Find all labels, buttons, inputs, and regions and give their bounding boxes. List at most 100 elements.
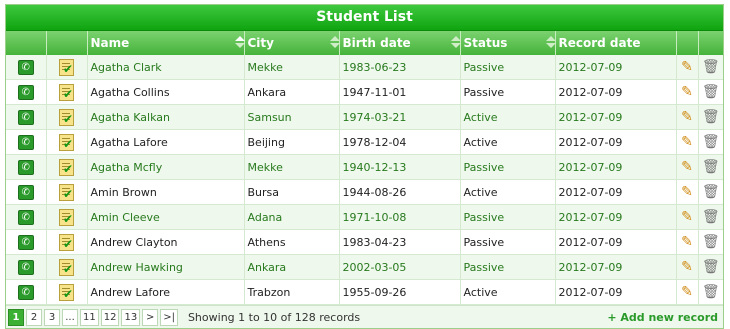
pencil-icon[interactable]: ✎ — [681, 260, 693, 274]
pencil-icon[interactable]: ✎ — [681, 160, 693, 174]
name-cell: Andrew Hawking — [87, 254, 245, 280]
trash-icon[interactable]: 🗑 — [702, 85, 720, 99]
pencil-icon[interactable]: ✎ — [681, 60, 693, 74]
notes-icon[interactable] — [59, 283, 74, 301]
phone-cell[interactable]: ✆ — [6, 154, 47, 180]
delete-cell[interactable]: 🗑 — [698, 179, 723, 205]
page-button[interactable]: 1 — [8, 308, 24, 326]
delete-cell[interactable]: 🗑 — [698, 229, 723, 255]
header-record-date[interactable]: Record date — [555, 31, 677, 55]
trash-icon[interactable]: 🗑 — [702, 235, 720, 249]
pencil-icon[interactable]: ✎ — [681, 285, 693, 299]
header-name[interactable]: Name — [87, 31, 245, 55]
notes-icon[interactable] — [59, 133, 74, 151]
notes-cell[interactable] — [46, 154, 88, 180]
phone-icon[interactable]: ✆ — [17, 259, 34, 275]
phone-cell[interactable]: ✆ — [6, 279, 47, 305]
phone-icon[interactable]: ✆ — [17, 209, 34, 225]
notes-icon[interactable] — [59, 158, 74, 176]
page-button[interactable]: >| — [160, 308, 178, 326]
phone-cell[interactable]: ✆ — [6, 229, 47, 255]
page-button[interactable]: 11 — [80, 308, 99, 326]
pencil-icon[interactable]: ✎ — [681, 135, 693, 149]
delete-cell[interactable]: 🗑 — [698, 154, 723, 180]
page-button[interactable]: 12 — [100, 308, 120, 326]
delete-cell[interactable]: 🗑 — [698, 104, 723, 130]
trash-icon[interactable]: 🗑 — [702, 185, 720, 199]
edit-cell[interactable]: ✎ — [676, 55, 699, 80]
trash-icon[interactable]: 🗑 — [702, 160, 720, 174]
delete-cell[interactable]: 🗑 — [698, 279, 723, 305]
trash-icon[interactable]: 🗑 — [702, 60, 720, 74]
phone-cell[interactable]: ✆ — [6, 204, 47, 230]
notes-icon[interactable] — [59, 258, 74, 276]
edit-cell[interactable]: ✎ — [676, 204, 699, 230]
edit-cell[interactable]: ✎ — [676, 254, 699, 280]
notes-cell[interactable] — [46, 55, 88, 80]
trash-icon[interactable]: 🗑 — [702, 285, 720, 299]
notes-icon[interactable] — [59, 108, 74, 126]
phone-cell[interactable]: ✆ — [6, 179, 47, 205]
phone-cell[interactable]: ✆ — [6, 129, 47, 155]
page-button[interactable]: 13 — [121, 308, 141, 326]
page-button[interactable]: 3 — [44, 308, 60, 326]
phone-icon[interactable]: ✆ — [17, 59, 34, 75]
pencil-icon[interactable]: ✎ — [681, 235, 693, 249]
phone-icon[interactable]: ✆ — [17, 134, 34, 150]
phone-icon[interactable]: ✆ — [17, 284, 34, 300]
phone-icon[interactable]: ✆ — [17, 84, 34, 100]
edit-cell[interactable]: ✎ — [676, 279, 699, 305]
page-button[interactable]: > — [142, 308, 159, 326]
phone-cell[interactable]: ✆ — [6, 79, 47, 105]
pencil-icon[interactable]: ✎ — [681, 210, 693, 224]
name-cell: Agatha Mcfly — [87, 154, 245, 180]
name-cell: Andrew Clayton — [87, 229, 245, 255]
notes-icon[interactable] — [59, 233, 74, 251]
notes-cell[interactable] — [46, 279, 88, 305]
delete-cell[interactable]: 🗑 — [698, 129, 723, 155]
edit-cell[interactable]: ✎ — [676, 229, 699, 255]
notes-icon[interactable] — [59, 58, 74, 76]
notes-cell[interactable] — [46, 254, 88, 280]
notes-cell[interactable] — [46, 79, 88, 105]
header-delete — [698, 31, 723, 55]
notes-icon[interactable] — [59, 83, 74, 101]
delete-cell[interactable]: 🗑 — [698, 55, 723, 80]
header-city[interactable]: City — [244, 31, 340, 55]
edit-cell[interactable]: ✎ — [676, 79, 699, 105]
phone-cell[interactable]: ✆ — [6, 104, 47, 130]
status-cell: Passive — [460, 55, 556, 80]
notes-cell[interactable] — [46, 204, 88, 230]
notes-icon[interactable] — [59, 183, 74, 201]
edit-cell[interactable]: ✎ — [676, 179, 699, 205]
name-cell: Amin Brown — [87, 179, 245, 205]
trash-icon[interactable]: 🗑 — [702, 210, 720, 224]
phone-icon[interactable]: ✆ — [17, 159, 34, 175]
trash-icon[interactable]: 🗑 — [702, 135, 720, 149]
trash-icon[interactable]: 🗑 — [702, 110, 720, 124]
phone-icon[interactable]: ✆ — [17, 184, 34, 200]
pencil-icon[interactable]: ✎ — [681, 85, 693, 99]
add-new-record-link[interactable]: + Add new record — [607, 311, 718, 324]
edit-cell[interactable]: ✎ — [676, 129, 699, 155]
delete-cell[interactable]: 🗑 — [698, 254, 723, 280]
notes-cell[interactable] — [46, 104, 88, 130]
pencil-icon[interactable]: ✎ — [681, 110, 693, 124]
phone-icon[interactable]: ✆ — [17, 234, 34, 250]
pencil-icon[interactable]: ✎ — [681, 185, 693, 199]
phone-cell[interactable]: ✆ — [6, 254, 47, 280]
edit-cell[interactable]: ✎ — [676, 154, 699, 180]
trash-icon[interactable]: 🗑 — [702, 260, 720, 274]
header-status[interactable]: Status — [460, 31, 556, 55]
page-button[interactable]: 2 — [26, 308, 42, 326]
phone-icon[interactable]: ✆ — [17, 109, 34, 125]
edit-cell[interactable]: ✎ — [676, 104, 699, 130]
notes-cell[interactable] — [46, 229, 88, 255]
notes-cell[interactable] — [46, 129, 88, 155]
delete-cell[interactable]: 🗑 — [698, 79, 723, 105]
notes-icon[interactable] — [59, 208, 74, 226]
notes-cell[interactable] — [46, 179, 88, 205]
delete-cell[interactable]: 🗑 — [698, 204, 723, 230]
header-birth-date[interactable]: Birth date — [339, 31, 461, 55]
phone-cell[interactable]: ✆ — [6, 55, 47, 80]
